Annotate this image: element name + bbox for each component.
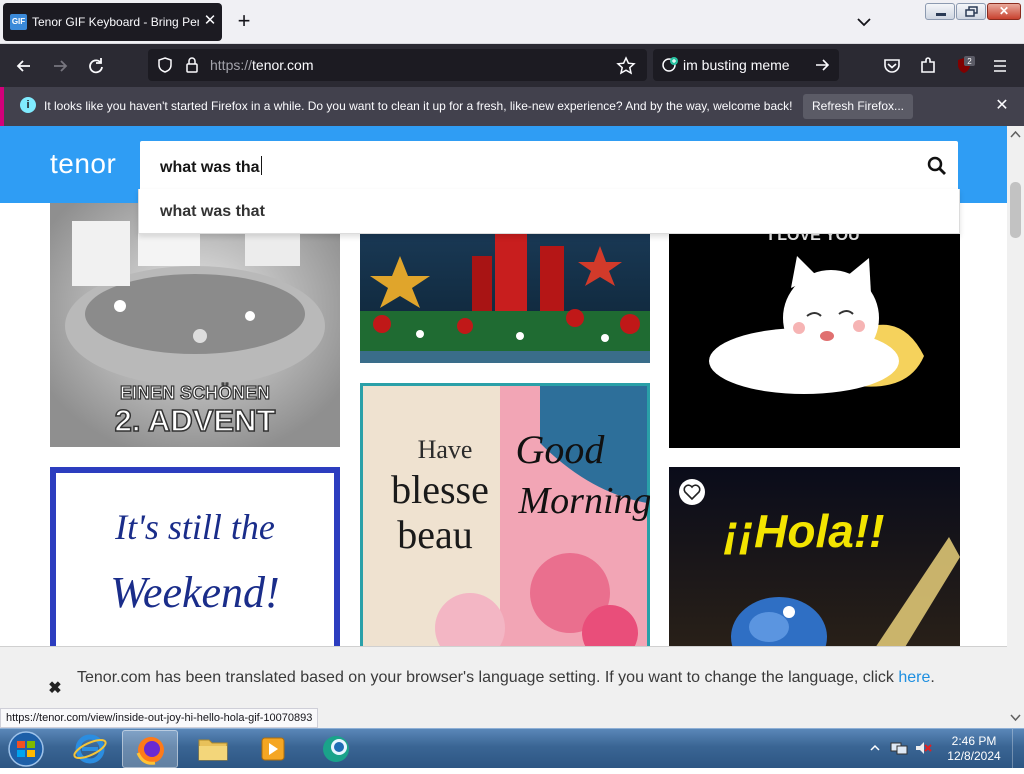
tenor-favicon-icon: GIF	[10, 14, 27, 30]
info-icon: i	[20, 97, 36, 113]
refresh-firefox-notification: i It looks like you haven't started Fire…	[0, 87, 1024, 126]
url-text[interactable]: https://tenor.com	[210, 57, 314, 73]
gif-caption: beau	[397, 512, 473, 557]
translation-notice-text: Tenor.com has been translated based on y…	[77, 667, 977, 688]
forward-button[interactable]	[47, 53, 73, 79]
window-close-button[interactable]: ✕	[987, 3, 1021, 20]
search-value-text: what was tha	[160, 159, 260, 176]
lock-icon[interactable]	[183, 56, 201, 74]
app-globe-icon	[323, 736, 349, 762]
folder-icon	[198, 739, 228, 761]
scroll-down-arrow-icon[interactable]	[1010, 714, 1021, 722]
arrow-left-icon	[16, 60, 30, 72]
chevron-down-icon	[857, 18, 871, 27]
tab-close-icon[interactable]: ✕	[201, 12, 219, 30]
favorite-heart-button[interactable]	[679, 479, 705, 505]
start-button[interactable]	[3, 730, 49, 768]
clock-date: 12/8/2024	[947, 749, 1001, 763]
gif-still-the-weekend[interactable]: It's still the Weekend!	[50, 467, 340, 657]
list-all-tabs-button[interactable]	[853, 11, 875, 33]
gif-good-morning[interactable]: Have blesse beau Good Morning	[360, 383, 650, 657]
scrollbar-thumb[interactable]	[1010, 182, 1021, 238]
show-desktop-button[interactable]	[1012, 729, 1024, 769]
tenor-search-button[interactable]	[926, 155, 948, 177]
window-restore-button[interactable]	[956, 3, 986, 20]
search-bar-value: im busting meme	[683, 57, 790, 73]
text-caret	[260, 156, 262, 175]
tab-tenor[interactable]: GIF Tenor GIF Keyboard - Bring Personali…	[3, 3, 222, 41]
taskbar-media-player[interactable]	[245, 730, 301, 768]
reload-button[interactable]	[83, 53, 109, 79]
taskbar-firefox[interactable]	[122, 730, 178, 768]
search-go-arrow-icon[interactable]	[813, 56, 831, 74]
change-language-link[interactable]: here	[898, 669, 930, 686]
tab-bar: GIF Tenor GIF Keyboard - Bring Personali…	[0, 0, 1024, 44]
refresh-firefox-button[interactable]: Refresh Firefox...	[803, 94, 913, 119]
show-hidden-icons-arrow-icon[interactable]	[870, 743, 880, 753]
search-icon	[927, 156, 946, 175]
new-tab-button[interactable]: +	[233, 10, 255, 33]
network-icon[interactable]	[890, 740, 908, 756]
gif-caption: 2. ADVENT	[115, 403, 276, 438]
app-menu-button[interactable]	[987, 53, 1013, 79]
url-bar[interactable]: https://tenor.com	[148, 49, 647, 81]
gif-caption: Good	[516, 427, 606, 472]
heart-icon	[683, 484, 701, 501]
window-minimize-button[interactable]	[925, 3, 955, 20]
url-scheme: https://	[210, 57, 253, 73]
tenor-search-value: what was tha	[160, 156, 262, 178]
windows-taskbar: 2:46 PM 12/8/2024	[0, 728, 1024, 769]
gif-caption: Weekend!	[110, 568, 279, 617]
url-host: tenor.com	[252, 57, 314, 73]
gif-caption: It's still the	[114, 507, 275, 547]
puzzle-icon	[921, 57, 935, 73]
tab-title: Tenor GIF Keyboard - Bring Personality T…	[32, 15, 199, 29]
taskbar-app[interactable]	[308, 730, 364, 768]
hamburger-menu-icon	[994, 60, 1006, 72]
extensions-button[interactable]	[915, 53, 941, 79]
pocket-icon	[884, 59, 900, 73]
gif-caption: Morning	[518, 480, 651, 522]
windows-logo-icon	[8, 731, 44, 767]
tenor-search-input[interactable]: what was tha	[138, 139, 960, 191]
firefox-icon	[136, 737, 164, 765]
ublock-extension-button[interactable]: 2	[951, 53, 977, 79]
taskbar-file-explorer[interactable]	[185, 730, 241, 768]
gif-caption: blesse	[391, 467, 489, 512]
arrow-right-icon	[54, 60, 68, 72]
tenor-page: EINEN SCHÖNEN 2. ADVENT I LOVE YOU It's …	[0, 126, 1007, 728]
scroll-up-arrow-icon[interactable]	[1010, 130, 1021, 138]
gif-hola[interactable]: ¡¡Hola!!	[669, 467, 960, 657]
translation-notice-close-icon[interactable]: ✖	[46, 680, 64, 698]
search-suggestion-item[interactable]: what was that	[160, 202, 265, 222]
notification-close-icon[interactable]: ✕	[992, 96, 1012, 116]
taskbar-clock[interactable]: 2:46 PM 12/8/2024	[940, 734, 1008, 764]
volume-muted-icon[interactable]	[914, 740, 932, 756]
reload-icon	[89, 58, 103, 74]
tracking-protection-shield-icon[interactable]	[156, 56, 174, 74]
back-button[interactable]	[11, 53, 37, 79]
navigation-toolbar: https://tenor.com im busting meme 2	[0, 44, 1024, 87]
media-player-icon	[261, 737, 285, 761]
status-bar-link-url: https://tenor.com/view/inside-out-joy-hi…	[0, 708, 319, 728]
ublock-shield-icon: 2	[958, 56, 975, 73]
extension-badge: 2	[967, 57, 972, 66]
search-suggestions-dropdown: what was that	[138, 189, 960, 234]
gif-caption: ¡¡Hola!!	[724, 505, 885, 557]
taskbar-internet-explorer[interactable]	[62, 730, 118, 768]
bookmark-star-icon[interactable]	[616, 56, 636, 76]
search-bar[interactable]: im busting meme	[653, 49, 839, 81]
pocket-button[interactable]	[879, 53, 905, 79]
gif-caption: EINEN SCHÖNEN	[120, 383, 270, 403]
translation-suffix: .	[930, 669, 935, 686]
page-scrollbar[interactable]	[1007, 126, 1024, 728]
internet-explorer-icon	[73, 734, 107, 764]
search-engine-icon[interactable]	[661, 56, 679, 74]
notification-message: It looks like you haven't started Firefo…	[44, 99, 793, 113]
clock-time: 2:46 PM	[951, 734, 997, 748]
tenor-logo[interactable]: tenor	[50, 146, 116, 182]
translation-message: Tenor.com has been translated based on y…	[77, 669, 894, 686]
gif-caption: Have	[418, 435, 473, 464]
